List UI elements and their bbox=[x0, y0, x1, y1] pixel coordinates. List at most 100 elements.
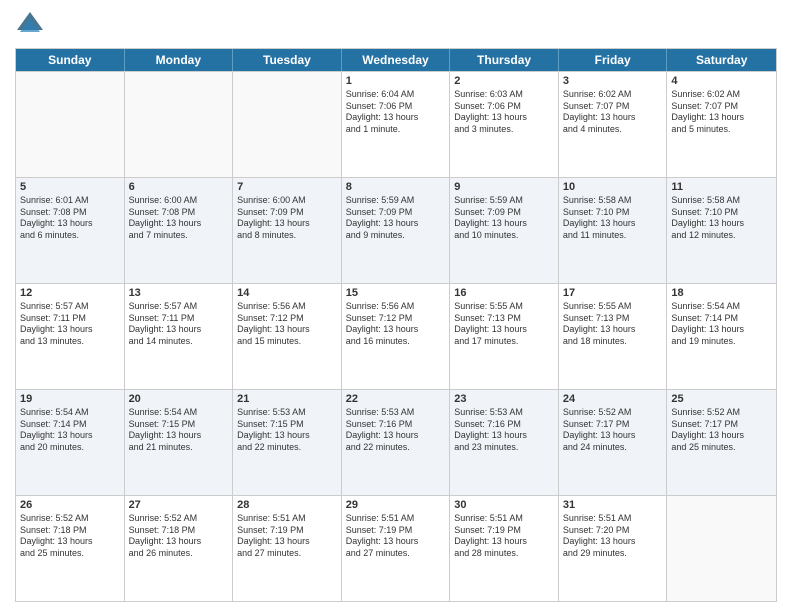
day-cell-3: 3Sunrise: 6:02 AMSunset: 7:07 PMDaylight… bbox=[559, 72, 668, 177]
cell-info-line: Sunrise: 5:51 AM bbox=[563, 513, 663, 525]
cell-info-line: Sunrise: 5:57 AM bbox=[20, 301, 120, 313]
cell-info-line: Sunrise: 6:00 AM bbox=[237, 195, 337, 207]
cell-info-line: and 28 minutes. bbox=[454, 548, 554, 560]
day-number: 22 bbox=[346, 393, 446, 405]
cell-info-line: Sunrise: 5:51 AM bbox=[454, 513, 554, 525]
cell-info-line: Sunset: 7:20 PM bbox=[563, 525, 663, 537]
cell-info-line: Daylight: 13 hours bbox=[346, 536, 446, 548]
cell-info-line: Daylight: 13 hours bbox=[671, 218, 772, 230]
calendar-body: 1Sunrise: 6:04 AMSunset: 7:06 PMDaylight… bbox=[16, 71, 776, 601]
cell-info-line: Sunrise: 5:54 AM bbox=[20, 407, 120, 419]
cell-info-line: Sunset: 7:06 PM bbox=[346, 101, 446, 113]
cell-info-line: Daylight: 13 hours bbox=[563, 430, 663, 442]
day-cell-27: 27 Sunrise: 5:52 AMSunset: 7:18 PMDayligh… bbox=[125, 496, 234, 601]
cell-info-line: Sunset: 7:12 PM bbox=[346, 313, 446, 325]
cell-info-line: Sunset: 7:15 PM bbox=[129, 419, 229, 431]
calendar-row-0: 1Sunrise: 6:04 AMSunset: 7:06 PMDaylight… bbox=[16, 71, 776, 177]
cell-info-line: and 12 minutes. bbox=[671, 230, 772, 242]
day-cell-7: 7Sunrise: 6:00 AMSunset: 7:09 PMDaylight… bbox=[233, 178, 342, 283]
cell-info-line: Sunset: 7:09 PM bbox=[346, 207, 446, 219]
cell-info-line: Daylight: 13 hours bbox=[346, 324, 446, 336]
cell-info-line: Sunrise: 6:03 AM bbox=[454, 89, 554, 101]
cell-info-line: and 1 minute. bbox=[346, 124, 446, 136]
cell-info-line: and 3 minutes. bbox=[454, 124, 554, 136]
cell-info-line: Sunset: 7:12 PM bbox=[237, 313, 337, 325]
day-number: 17 bbox=[563, 287, 663, 299]
day-cell-12: 12Sunrise: 5:57 AMSunset: 7:11 PMDayligh… bbox=[16, 284, 125, 389]
cell-info-line: Sunrise: 6:01 AM bbox=[20, 195, 120, 207]
day-number: 4 bbox=[671, 75, 772, 87]
day-cell-10: 10Sunrise: 5:58 AMSunset: 7:10 PMDayligh… bbox=[559, 178, 668, 283]
cell-info-line: Sunrise: 6:02 AM bbox=[671, 89, 772, 101]
cell-info-line: Daylight: 13 hours bbox=[129, 536, 229, 548]
cell-info-line: Daylight: 13 hours bbox=[237, 324, 337, 336]
day-cell-13: 13Sunrise: 5:57 AMSunset: 7:11 PMDayligh… bbox=[125, 284, 234, 389]
cell-info-line: and 15 minutes. bbox=[237, 336, 337, 348]
cell-info-line: Daylight: 13 hours bbox=[237, 218, 337, 230]
day-number: 9 bbox=[454, 181, 554, 193]
empty-cell-4-6 bbox=[667, 496, 776, 601]
day-number: 5 bbox=[20, 181, 120, 193]
calendar-row-4: 26Sunrise: 5:52 AMSunset: 7:18 PMDayligh… bbox=[16, 495, 776, 601]
cell-info-line: Daylight: 13 hours bbox=[671, 324, 772, 336]
day-cell-8: 8 Sunrise: 5:59 AMSunset: 7:09 PMDaylight… bbox=[342, 178, 451, 283]
empty-cell-0-2 bbox=[233, 72, 342, 177]
cell-info-line: and 17 minutes. bbox=[454, 336, 554, 348]
cell-info-line: Sunrise: 5:54 AM bbox=[671, 301, 772, 313]
cell-info-line: Sunset: 7:18 PM bbox=[129, 525, 229, 537]
cell-info-line: and 25 minutes. bbox=[20, 548, 120, 560]
cell-info-line: Sunset: 7:16 PM bbox=[454, 419, 554, 431]
day-number: 8 bbox=[346, 181, 446, 193]
cell-info-line: Sunrise: 5:52 AM bbox=[563, 407, 663, 419]
cell-info-line: and 14 minutes. bbox=[129, 336, 229, 348]
day-number: 10 bbox=[563, 181, 663, 193]
day-number: 11 bbox=[671, 181, 772, 193]
day-number: 16 bbox=[454, 287, 554, 299]
calendar-row-3: 19 Sunrise: 5:54 AMSunset: 7:14 PM Dayligh… bbox=[16, 389, 776, 495]
cell-info-line: and 26 minutes. bbox=[129, 548, 229, 560]
cell-info-line: Daylight: 13 hours bbox=[454, 430, 554, 442]
day-number: 12 bbox=[20, 287, 120, 299]
cell-info-line: Sunset: 7:06 PM bbox=[454, 101, 554, 113]
header bbox=[15, 10, 777, 40]
day-number: 18 bbox=[671, 287, 772, 299]
day-number: 27 bbox=[129, 499, 229, 511]
cell-info-line: Daylight: 13 hours bbox=[671, 430, 772, 442]
day-number: 20 bbox=[129, 393, 229, 405]
cell-info-line: and 9 minutes. bbox=[346, 230, 446, 242]
header-day-saturday: Saturday bbox=[667, 49, 776, 71]
empty-cell-0-1 bbox=[125, 72, 234, 177]
day-cell-23: 23Sunrise: 5:53 AMSunset: 7:16 PMDayligh… bbox=[450, 390, 559, 495]
day-number: 13 bbox=[129, 287, 229, 299]
day-number: 6 bbox=[129, 181, 229, 193]
cell-info-line: and 22 minutes. bbox=[346, 442, 446, 454]
cell-info-line: Sunrise: 5:52 AM bbox=[129, 513, 229, 525]
day-cell-29: 29Sunrise: 5:51 AMSunset: 7:19 PMDayligh… bbox=[342, 496, 451, 601]
cell-info-line: Daylight: 13 hours bbox=[20, 536, 120, 548]
day-number: 3 bbox=[563, 75, 663, 87]
cell-info-line: Sunset: 7:17 PM bbox=[671, 419, 772, 431]
calendar: SundayMondayTuesdayWednesdayThursdayFrid… bbox=[15, 48, 777, 602]
day-cell-17: 17Sunrise: 5:55 AMSunset: 7:13 PMDayligh… bbox=[559, 284, 668, 389]
cell-info-line: Daylight: 13 hours bbox=[346, 218, 446, 230]
cell-info-line: and 10 minutes. bbox=[454, 230, 554, 242]
cell-info-line: Daylight: 13 hours bbox=[563, 324, 663, 336]
cell-info-line: Sunset: 7:09 PM bbox=[454, 207, 554, 219]
cell-info-line: and 23 minutes. bbox=[454, 442, 554, 454]
day-number: 19 bbox=[20, 393, 120, 405]
cell-info-line: Sunrise: 5:59 AM bbox=[346, 195, 446, 207]
cell-info-line: and 22 minutes. bbox=[237, 442, 337, 454]
day-cell-26: 26Sunrise: 5:52 AMSunset: 7:18 PMDayligh… bbox=[16, 496, 125, 601]
header-day-sunday: Sunday bbox=[16, 49, 125, 71]
page: SundayMondayTuesdayWednesdayThursdayFrid… bbox=[0, 0, 792, 612]
cell-info-line: Daylight: 13 hours bbox=[237, 430, 337, 442]
day-number: 26 bbox=[20, 499, 120, 511]
cell-info-line: Sunset: 7:19 PM bbox=[454, 525, 554, 537]
cell-info-line: Sunrise: 5:52 AM bbox=[671, 407, 772, 419]
cell-info-line: Sunset: 7:14 PM bbox=[20, 419, 120, 431]
cell-info-line: Sunrise: 5:53 AM bbox=[346, 407, 446, 419]
cell-info-line: and 16 minutes. bbox=[346, 336, 446, 348]
cell-info-line: Sunset: 7:11 PM bbox=[129, 313, 229, 325]
day-cell-9: 9Sunrise: 5:59 AMSunset: 7:09 PMDaylight… bbox=[450, 178, 559, 283]
cell-info-line: and 25 minutes. bbox=[671, 442, 772, 454]
